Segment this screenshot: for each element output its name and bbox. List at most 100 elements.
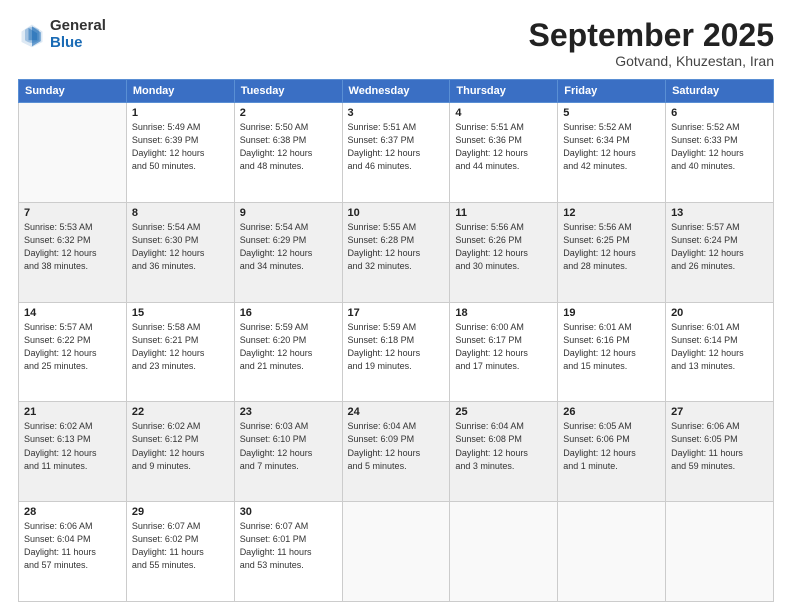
day-info: Sunrise: 5:50 AMSunset: 6:38 PMDaylight:…	[240, 121, 337, 173]
day-info: Sunrise: 6:06 AMSunset: 6:04 PMDaylight:…	[24, 520, 121, 572]
day-info: Sunrise: 6:02 AMSunset: 6:13 PMDaylight:…	[24, 420, 121, 472]
day-info: Sunrise: 5:56 AMSunset: 6:25 PMDaylight:…	[563, 221, 660, 273]
calendar-week-row: 14 Sunrise: 5:57 AMSunset: 6:22 PMDayligh…	[19, 302, 774, 402]
day-number: 7	[24, 207, 121, 219]
day-info: Sunrise: 5:55 AMSunset: 6:28 PMDaylight:…	[348, 221, 445, 273]
table-row: 14 Sunrise: 5:57 AMSunset: 6:22 PMDayligh…	[19, 302, 127, 402]
table-row: 1 Sunrise: 5:49 AMSunset: 6:39 PMDaylight…	[126, 103, 234, 203]
header-monday: Monday	[126, 80, 234, 103]
day-number: 18	[455, 307, 552, 319]
table-row: 28 Sunrise: 6:06 AMSunset: 6:04 PMDayligh…	[19, 502, 127, 602]
day-number: 8	[132, 207, 229, 219]
day-number: 14	[24, 307, 121, 319]
table-row: 10 Sunrise: 5:55 AMSunset: 6:28 PMDayligh…	[342, 202, 450, 302]
calendar-week-row: 7Sunrise: 5:53 AMSunset: 6:32 PMDaylight…	[19, 202, 774, 302]
calendar-table: Sunday Monday Tuesday Wednesday Thursday…	[18, 79, 774, 602]
day-info: Sunrise: 5:54 AMSunset: 6:29 PMDaylight:…	[240, 221, 337, 273]
logo-general-text: General	[50, 18, 106, 35]
day-number: 2	[240, 107, 337, 119]
title-block: September 2025 Gotvand, Khuzestan, Iran	[529, 18, 774, 69]
weekday-header-row: Sunday Monday Tuesday Wednesday Thursday…	[19, 80, 774, 103]
header-saturday: Saturday	[666, 80, 774, 103]
day-info: Sunrise: 6:05 AMSunset: 6:06 PMDaylight:…	[563, 420, 660, 472]
table-row: 22Sunrise: 6:02 AMSunset: 6:12 PMDayligh…	[126, 402, 234, 502]
day-number: 10	[348, 207, 445, 219]
calendar-week-row: 1 Sunrise: 5:49 AMSunset: 6:39 PMDaylight…	[19, 103, 774, 203]
table-row: 20Sunrise: 6:01 AMSunset: 6:14 PMDayligh…	[666, 302, 774, 402]
table-row: 25 Sunrise: 6:04 AMSunset: 6:08 PMDayligh…	[450, 402, 558, 502]
table-row: 19Sunrise: 6:01 AMSunset: 6:16 PMDayligh…	[558, 302, 666, 402]
calendar-week-row: 21 Sunrise: 6:02 AMSunset: 6:13 PMDayligh…	[19, 402, 774, 502]
day-number: 16	[240, 307, 337, 319]
day-number: 28	[24, 506, 121, 518]
day-info: Sunrise: 6:01 AMSunset: 6:14 PMDaylight:…	[671, 321, 768, 373]
day-number: 3	[348, 107, 445, 119]
day-info: Sunrise: 6:01 AMSunset: 6:16 PMDaylight:…	[563, 321, 660, 373]
page: General Blue September 2025 Gotvand, Khu…	[0, 0, 792, 612]
day-info: Sunrise: 5:49 AMSunset: 6:39 PMDaylight:…	[132, 121, 229, 173]
day-number: 17	[348, 307, 445, 319]
day-number: 25	[455, 406, 552, 418]
logo-text: General Blue	[50, 18, 106, 51]
day-info: Sunrise: 6:03 AMSunset: 6:10 PMDaylight:…	[240, 420, 337, 472]
table-row: 24 Sunrise: 6:04 AMSunset: 6:09 PMDayligh…	[342, 402, 450, 502]
day-number: 11	[455, 207, 552, 219]
day-info: Sunrise: 5:52 AMSunset: 6:33 PMDaylight:…	[671, 121, 768, 173]
table-row: 21 Sunrise: 6:02 AMSunset: 6:13 PMDayligh…	[19, 402, 127, 502]
day-number: 26	[563, 406, 660, 418]
day-number: 22	[132, 406, 229, 418]
month-title: September 2025	[529, 18, 774, 53]
table-row	[19, 103, 127, 203]
table-row: 23 Sunrise: 6:03 AMSunset: 6:10 PMDayligh…	[234, 402, 342, 502]
day-number: 1	[132, 107, 229, 119]
day-number: 4	[455, 107, 552, 119]
day-info: Sunrise: 6:04 AMSunset: 6:08 PMDaylight:…	[455, 420, 552, 472]
day-number: 5	[563, 107, 660, 119]
table-row: 27Sunrise: 6:06 AMSunset: 6:05 PMDayligh…	[666, 402, 774, 502]
table-row: 29Sunrise: 6:07 AMSunset: 6:02 PMDayligh…	[126, 502, 234, 602]
day-info: Sunrise: 6:04 AMSunset: 6:09 PMDaylight:…	[348, 420, 445, 472]
table-row	[450, 502, 558, 602]
header-friday: Friday	[558, 80, 666, 103]
day-info: Sunrise: 6:06 AMSunset: 6:05 PMDaylight:…	[671, 420, 768, 472]
day-number: 30	[240, 506, 337, 518]
table-row: 4 Sunrise: 5:51 AMSunset: 6:36 PMDaylight…	[450, 103, 558, 203]
table-row: 2 Sunrise: 5:50 AMSunset: 6:38 PMDaylight…	[234, 103, 342, 203]
day-number: 15	[132, 307, 229, 319]
day-info: Sunrise: 5:56 AMSunset: 6:26 PMDaylight:…	[455, 221, 552, 273]
day-info: Sunrise: 6:00 AMSunset: 6:17 PMDaylight:…	[455, 321, 552, 373]
table-row: 3 Sunrise: 5:51 AMSunset: 6:37 PMDaylight…	[342, 103, 450, 203]
day-number: 23	[240, 406, 337, 418]
table-row: 13Sunrise: 5:57 AMSunset: 6:24 PMDayligh…	[666, 202, 774, 302]
day-info: Sunrise: 5:58 AMSunset: 6:21 PMDaylight:…	[132, 321, 229, 373]
day-info: Sunrise: 6:07 AMSunset: 6:02 PMDaylight:…	[132, 520, 229, 572]
day-number: 21	[24, 406, 121, 418]
table-row	[666, 502, 774, 602]
day-info: Sunrise: 5:52 AMSunset: 6:34 PMDaylight:…	[563, 121, 660, 173]
table-row: 15 Sunrise: 5:58 AMSunset: 6:21 PMDayligh…	[126, 302, 234, 402]
table-row: 12 Sunrise: 5:56 AMSunset: 6:25 PMDayligh…	[558, 202, 666, 302]
header-sunday: Sunday	[19, 80, 127, 103]
day-number: 9	[240, 207, 337, 219]
day-info: Sunrise: 5:54 AMSunset: 6:30 PMDaylight:…	[132, 221, 229, 273]
table-row: 18 Sunrise: 6:00 AMSunset: 6:17 PMDayligh…	[450, 302, 558, 402]
location-subtitle: Gotvand, Khuzestan, Iran	[529, 53, 774, 69]
day-info: Sunrise: 5:57 AMSunset: 6:22 PMDaylight:…	[24, 321, 121, 373]
table-row	[558, 502, 666, 602]
day-info: Sunrise: 6:07 AMSunset: 6:01 PMDaylight:…	[240, 520, 337, 572]
logo: General Blue	[18, 18, 106, 51]
table-row: 30 Sunrise: 6:07 AMSunset: 6:01 PMDayligh…	[234, 502, 342, 602]
day-number: 24	[348, 406, 445, 418]
header-wednesday: Wednesday	[342, 80, 450, 103]
table-row: 9 Sunrise: 5:54 AMSunset: 6:29 PMDaylight…	[234, 202, 342, 302]
header: General Blue September 2025 Gotvand, Khu…	[18, 18, 774, 69]
table-row: 8 Sunrise: 5:54 AMSunset: 6:30 PMDaylight…	[126, 202, 234, 302]
table-row	[342, 502, 450, 602]
day-number: 6	[671, 107, 768, 119]
table-row: 6 Sunrise: 5:52 AMSunset: 6:33 PMDaylight…	[666, 103, 774, 203]
day-number: 12	[563, 207, 660, 219]
day-info: Sunrise: 5:51 AMSunset: 6:37 PMDaylight:…	[348, 121, 445, 173]
day-info: Sunrise: 5:57 AMSunset: 6:24 PMDaylight:…	[671, 221, 768, 273]
day-info: Sunrise: 5:51 AMSunset: 6:36 PMDaylight:…	[455, 121, 552, 173]
table-row: 7Sunrise: 5:53 AMSunset: 6:32 PMDaylight…	[19, 202, 127, 302]
